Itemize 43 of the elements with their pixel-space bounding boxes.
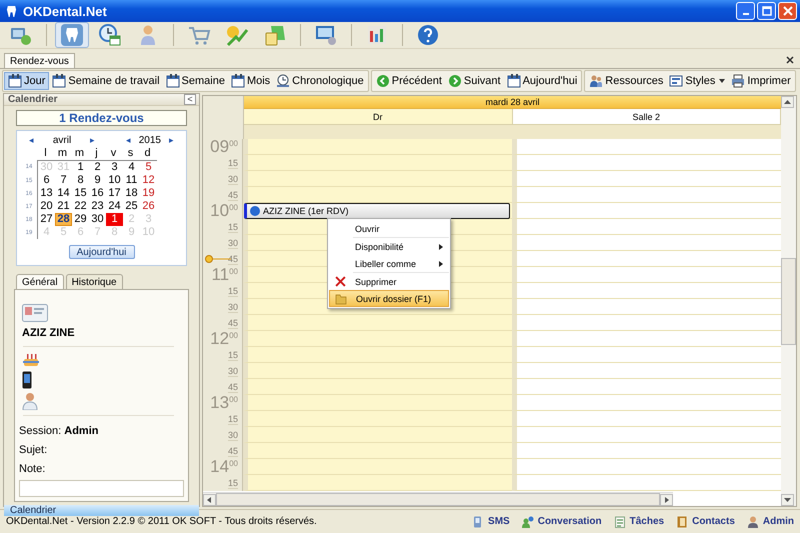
minute-label: 30 — [228, 174, 238, 184]
minute-label: 15 — [228, 286, 238, 296]
year-label: 2015 — [138, 134, 161, 146]
minute-label: 15 — [228, 350, 238, 360]
minute-label: 30 — [228, 302, 238, 312]
weekday-label: l — [43, 147, 48, 160]
minute-label: 30 — [228, 366, 238, 376]
minute-label: 45 — [228, 190, 238, 200]
window-title: OKDental.Net — [23, 4, 107, 18]
note-label: Note: — [19, 463, 46, 475]
minute-label: 15 — [228, 158, 238, 168]
patient-name: AZIZ ZINE — [22, 327, 75, 339]
minute-label: 15 — [228, 414, 238, 424]
hour-label: 11$^{00}$ — [211, 267, 238, 283]
minute-label: 45 — [228, 318, 238, 328]
session-label: Session: Admin — [19, 425, 98, 437]
status-text: OKDental.Net - Version 2.2.9 © 2011 OK SOFT - Tous droits réservés. — [6, 516, 317, 527]
minute-label: 45 — [228, 446, 238, 456]
resource-header: Salle 2 — [512, 109, 781, 125]
weekday-label: s — [126, 147, 134, 160]
hour-label: 13$^{00}$ — [210, 395, 238, 411]
weekday-label: j — [94, 147, 99, 160]
appointment-count: 1 Rendez-vous — [16, 110, 187, 126]
resource-header: Dr — [244, 109, 512, 125]
subject-label: Sujet: — [19, 444, 48, 456]
panel-title: Calendrier — [8, 94, 58, 105]
minute-label: 15 — [228, 478, 238, 488]
weekday-label: m — [56, 147, 68, 160]
minute-label: 30 — [228, 238, 238, 248]
weekday-label: v — [110, 147, 118, 160]
minute-label: 45 — [228, 382, 238, 392]
minute-label: 15 — [228, 222, 238, 232]
weekday-label: m — [74, 147, 86, 160]
weekday-label: d — [143, 147, 152, 160]
minute-label: 30 — [228, 430, 238, 440]
hour-label: 10$^{00}$ — [210, 203, 238, 219]
hour-label: 12$^{00}$ — [210, 331, 238, 347]
appointment-title: AZIZ ZINE (1er RDV) — [263, 206, 349, 216]
minute-label: 45 — [228, 254, 238, 264]
month-label: avril — [52, 134, 72, 146]
date-header: mardi 28 avril — [244, 96, 781, 109]
hour-label: 14$^{00}$ — [210, 459, 238, 475]
hour-label: 09$^{00}$ — [210, 139, 238, 155]
